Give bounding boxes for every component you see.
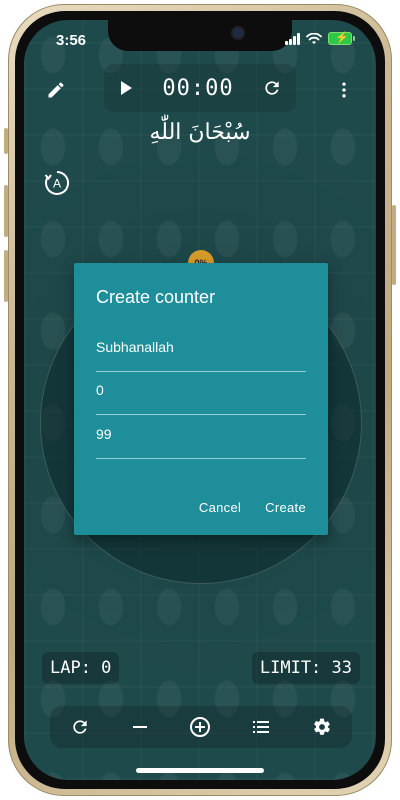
counter-name-field[interactable]: Subhanallah xyxy=(96,339,306,372)
pencil-icon[interactable] xyxy=(44,78,68,102)
dhikr-phrase: سُبْحَانَ اللّٰهِ xyxy=(149,120,251,145)
wifi-icon xyxy=(306,32,322,44)
refresh-icon[interactable] xyxy=(262,78,282,98)
counter-limit-field[interactable]: 99 xyxy=(96,426,306,459)
notch xyxy=(108,20,292,51)
minus-icon[interactable] xyxy=(131,718,149,736)
play-icon[interactable] xyxy=(118,80,134,96)
dialog-title: Create counter xyxy=(96,287,216,307)
gear-icon[interactable] xyxy=(312,717,332,737)
status-icons: ⚡ xyxy=(285,32,355,45)
limit-counter: LIMIT: 33 xyxy=(251,652,360,684)
side-button xyxy=(4,250,8,302)
home-indicator[interactable] xyxy=(136,768,264,773)
svg-text:A: A xyxy=(53,177,61,191)
bottom-toolbar xyxy=(50,706,352,748)
side-button xyxy=(392,205,396,285)
dialog-actions: Cancel Create xyxy=(199,500,306,515)
more-vertical-icon[interactable] xyxy=(332,78,356,102)
side-button xyxy=(4,128,8,154)
timer-display: 00:00 xyxy=(162,75,234,101)
plus-circle-icon[interactable] xyxy=(189,716,211,738)
counter-start-field[interactable]: 0 xyxy=(96,382,306,415)
status-time: 3:56 xyxy=(56,32,87,49)
side-button xyxy=(4,185,8,237)
create-counter-dialog: Create counter Subhanallah 0 99 Cancel C… xyxy=(74,263,328,535)
auto-mode-icon[interactable]: A xyxy=(44,170,70,196)
battery-icon: ⚡ xyxy=(328,32,355,45)
timer-toolbar: 00:00 xyxy=(104,64,296,112)
cancel-button[interactable]: Cancel xyxy=(199,500,241,515)
signal-icon xyxy=(285,32,300,45)
list-icon[interactable] xyxy=(251,717,271,737)
reset-icon[interactable] xyxy=(70,717,90,737)
app-screen: 3:56 ⚡ 00:00 سُبْحَانَ اللّٰهِ A Create … xyxy=(24,20,376,780)
camera xyxy=(233,28,243,38)
lap-counter: LAP: 0 xyxy=(42,652,120,684)
create-button[interactable]: Create xyxy=(265,500,306,515)
